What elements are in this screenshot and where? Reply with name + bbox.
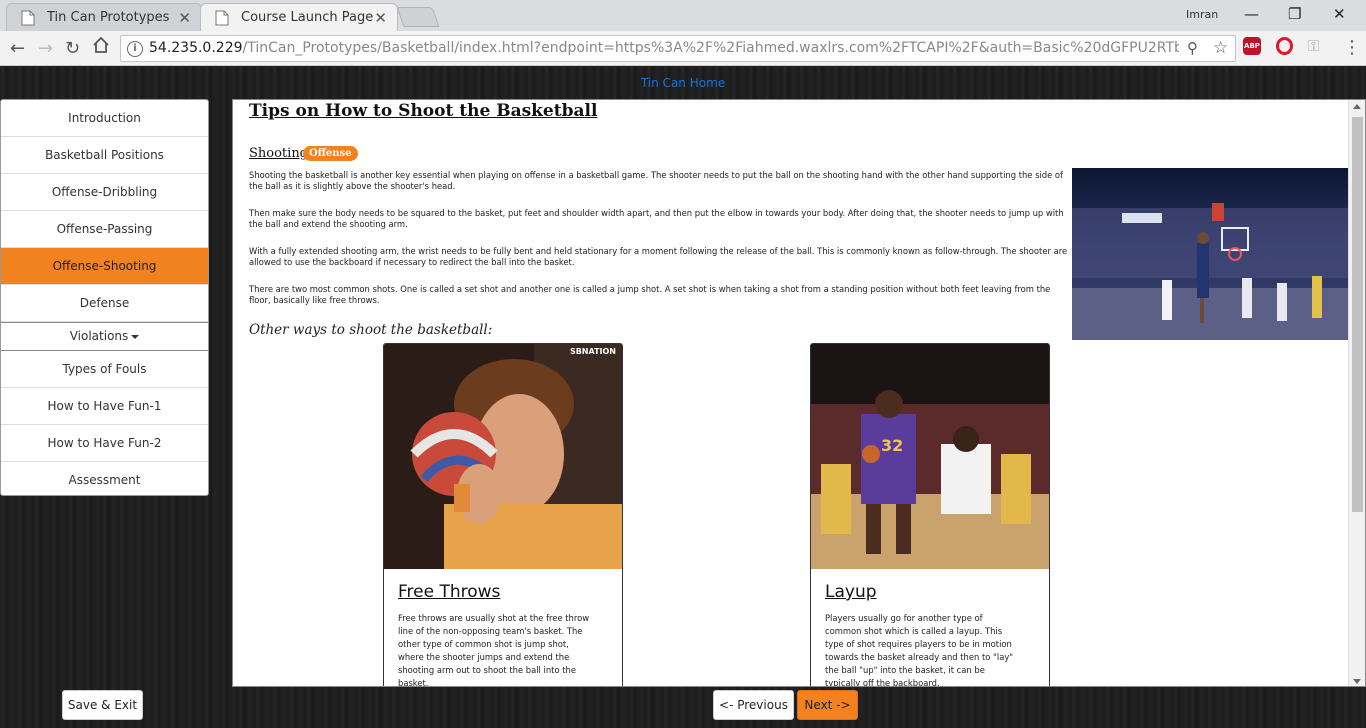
address-bar[interactable]: i 54.235.0.229/TinCan_Prototypes/Basketb… xyxy=(120,35,1236,62)
close-tab-icon[interactable]: ✕ xyxy=(178,9,191,27)
tin-can-home-link[interactable]: Tin Can Home xyxy=(0,76,1366,90)
sidebar-item-offense-dribbling[interactable]: Offense-Dribbling xyxy=(1,174,208,211)
card-layup: 32 Layup Players usually go for another … xyxy=(810,343,1050,687)
page-icon xyxy=(215,10,231,26)
tab-course-launch-page[interactable]: Course Launch Page ✕ xyxy=(200,3,398,31)
basketball-game-image xyxy=(1072,168,1349,340)
profile-name[interactable]: Imran xyxy=(1186,8,1218,21)
card-text: Free throws are usually shot at the free… xyxy=(398,613,590,687)
paragraph: There are two most common shots. One is … xyxy=(249,284,1051,305)
sidebar-item-basketball-positions[interactable]: Basketball Positions xyxy=(1,137,208,174)
sidebar-item-defense[interactable]: Defense xyxy=(1,285,208,322)
forward-icon[interactable]: → xyxy=(38,38,53,59)
paragraph: Shooting the basketball is another key e… xyxy=(249,170,1064,191)
content-scrollbar[interactable] xyxy=(1348,100,1365,686)
paragraph: With a fully extended shooting arm, the … xyxy=(249,246,1068,267)
minimize-icon[interactable]: — xyxy=(1244,5,1259,23)
tab-title: Tin Can Prototypes xyxy=(47,10,170,25)
window-close-icon[interactable]: ✕ xyxy=(1333,5,1346,23)
sidebar-item-violations[interactable]: Violations xyxy=(1,322,208,351)
card-title: Layup xyxy=(825,582,877,602)
browser-tab-bar: Tin Can Prototypes ✕ Course Launch Page … xyxy=(0,0,1366,31)
browser-toolbar: ← → ↻ i 54.235.0.229/TinCan_Prototypes/B… xyxy=(0,31,1366,66)
tab-title: Course Launch Page xyxy=(241,10,374,25)
page-icon xyxy=(21,10,37,26)
sidebar-item-how-to-have-fun-1[interactable]: How to Have Fun-1 xyxy=(1,388,208,425)
sbnation-watermark: SBNATION xyxy=(569,347,616,356)
previous-button[interactable]: <- Previous xyxy=(713,690,794,720)
course-page: Tin Can Home Introduction Basketball Pos… xyxy=(0,66,1366,728)
layup-image: 32 xyxy=(811,344,1049,569)
sidebar-item-types-of-fouls[interactable]: Types of Fouls xyxy=(1,351,208,388)
subheading: Other ways to shoot the basketball: xyxy=(249,322,493,338)
tab-tin-can-prototypes[interactable]: Tin Can Prototypes ✕ xyxy=(6,3,202,31)
reload-icon[interactable]: ↻ xyxy=(65,38,80,59)
section-title: Shooting xyxy=(249,146,309,161)
home-icon[interactable] xyxy=(92,36,110,59)
free-throw-image: SBNATION xyxy=(384,344,622,569)
scroll-down-icon[interactable] xyxy=(1353,679,1361,684)
browser-menu-icon[interactable]: ⋮ xyxy=(1343,37,1361,58)
url-text[interactable]: 54.235.0.229/TinCan_Prototypes/Basketbal… xyxy=(149,40,1179,56)
back-icon[interactable]: ← xyxy=(10,38,25,59)
caret-down-icon xyxy=(131,334,140,339)
paragraph: Then make sure the body needs to be squa… xyxy=(249,208,1064,229)
sidebar-item-how-to-have-fun-2[interactable]: How to Have Fun-2 xyxy=(1,425,208,462)
adblock-icon[interactable]: ABP xyxy=(1243,37,1261,55)
page-title: Tips on How to Shoot the Basketball xyxy=(249,101,598,121)
scroll-thumb[interactable] xyxy=(1352,117,1363,512)
sidebar-item-offense-shooting[interactable]: Offense-Shooting xyxy=(1,248,208,285)
sidebar-item-introduction[interactable]: Introduction xyxy=(1,100,208,137)
new-tab-button[interactable] xyxy=(396,7,440,27)
bookmark-star-icon[interactable]: ☆ xyxy=(1213,38,1228,58)
card-text: Players usually go for another type of c… xyxy=(825,613,1014,687)
sidebar-item-assessment[interactable]: Assessment xyxy=(1,462,208,495)
jersey-number: 32 xyxy=(881,436,904,455)
info-icon[interactable]: i xyxy=(127,41,143,57)
zoom-icon[interactable]: ⚲ xyxy=(1187,39,1198,57)
next-button[interactable]: Next -> xyxy=(797,690,858,720)
card-title: Free Throws xyxy=(398,582,501,602)
card-free-throws: SBNATION Free Throws Free throws are usu… xyxy=(383,343,623,687)
sidebar-item-label: Violations xyxy=(69,329,129,343)
scroll-up-icon[interactable] xyxy=(1353,104,1361,109)
lesson-content: Tips on How to Shoot the Basketball Shoo… xyxy=(232,99,1366,687)
pdf-extension-icon[interactable]: ⚿ xyxy=(1308,37,1319,57)
opera-icon[interactable] xyxy=(1276,37,1293,55)
close-tab-icon[interactable]: ✕ xyxy=(374,9,387,27)
restore-icon[interactable]: ❐ xyxy=(1288,5,1301,23)
offense-badge: Offense xyxy=(303,146,358,161)
course-sidebar: Introduction Basketball Positions Offens… xyxy=(0,99,209,496)
sidebar-item-offense-passing[interactable]: Offense-Passing xyxy=(1,211,208,248)
save-exit-button[interactable]: Save & Exit xyxy=(62,690,143,720)
